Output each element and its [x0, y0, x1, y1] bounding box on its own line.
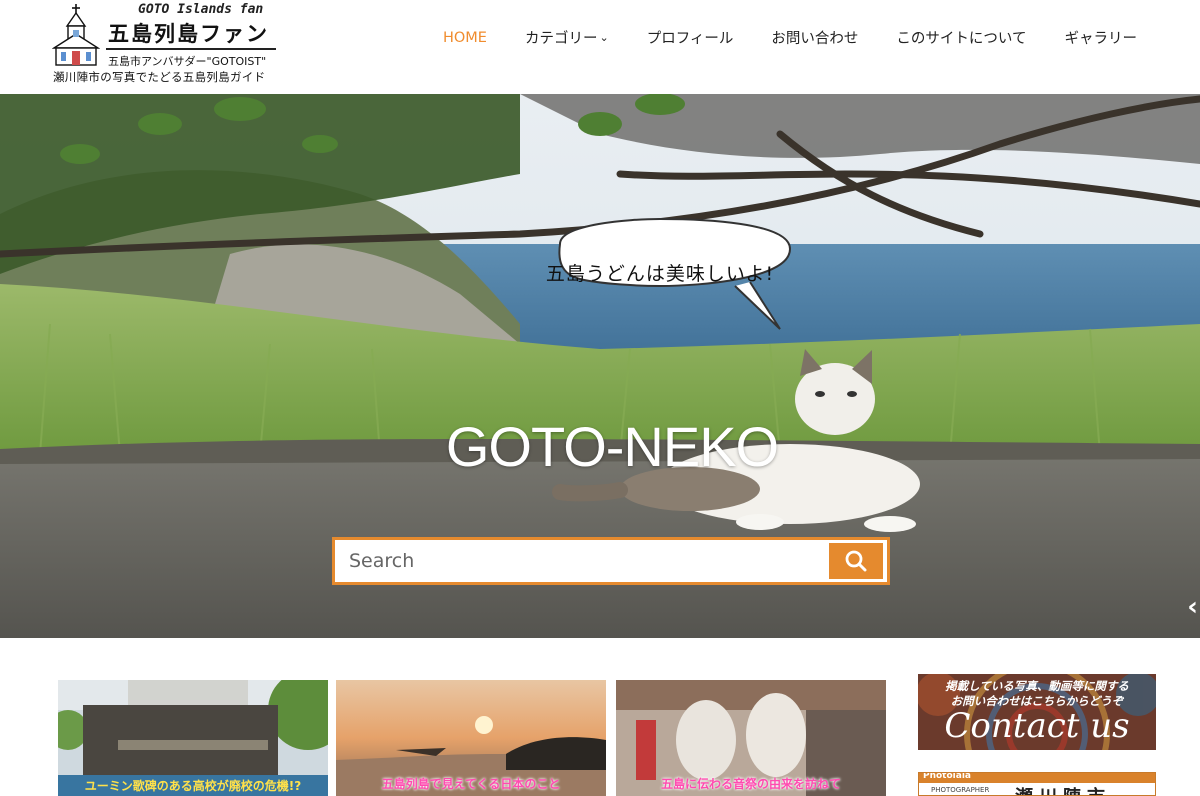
site-logo[interactable]: GOTO Islands fan 五島列島ファン 五島市アンバサダー"GOTOI…: [50, 2, 290, 88]
search-form: [332, 537, 890, 585]
logo-subtitle: 五島市アンバサダー"GOTOIST": [108, 55, 267, 68]
search-input[interactable]: [335, 540, 825, 582]
hero-slider: 五島うどんは美味しいよ! GOTO-NEKO ‹: [0, 94, 1200, 638]
contact-banner-line1: 掲載している写真、動画等に関する: [945, 679, 1129, 693]
speech-bubble: 五島うどんは美味しいよ!: [545, 263, 775, 285]
nav-about-label: このサイトについて: [896, 31, 1027, 47]
chevron-down-icon: ⌄: [599, 31, 609, 44]
nav-about[interactable]: このサイトについて: [877, 22, 1045, 53]
nav-home-label: HOME: [442, 29, 487, 46]
article-card[interactable]: 五島列島で見えてくる日本のこと: [336, 680, 606, 796]
logo-divider: [106, 48, 276, 50]
article-card[interactable]: 五島に伝わる音祭の由来を訪ねて: [616, 680, 886, 796]
photographer-name: 瀬川陣市: [1015, 783, 1111, 795]
search-box: [335, 540, 887, 582]
article-cards: ユーミン歌碑のある高校が廃校の危機!? 五島列島で見えてくる日本のこと 五島に伝…: [58, 680, 886, 796]
nav-home[interactable]: HOME: [424, 22, 506, 53]
card-caption: 五島に伝わる音祭の由来を訪ねて: [660, 777, 841, 791]
contact-banner-title: Contact us: [944, 706, 1130, 746]
nav-contact-label: お問い合わせ: [771, 31, 859, 47]
logo-tagline: 瀬川陣市の写真でたどる五島列島ガイド: [53, 70, 266, 84]
nav-gallery-label: ギャラリー: [1064, 31, 1138, 47]
photographer-banner[interactable]: Photolala PHOTOGRAPHER 瀬川陣市: [918, 772, 1156, 796]
nav-contact[interactable]: お問い合わせ: [752, 22, 877, 53]
nav-profile-label: プロフィール: [646, 31, 734, 47]
article-card[interactable]: ユーミン歌碑のある高校が廃校の危機!?: [58, 680, 328, 796]
logo-english-title: GOTO Islands fan: [138, 2, 264, 17]
nav-category-label: カテゴリー: [524, 31, 598, 47]
photographer-brand: Photolala: [923, 772, 971, 781]
contact-us-banner[interactable]: 掲載している写真、動画等に関する お問い合わせはこちらからどうぞ Contact…: [918, 674, 1156, 750]
search-icon: [845, 550, 867, 572]
nav-profile[interactable]: プロフィール: [628, 22, 753, 53]
nav-category[interactable]: カテゴリー ⌄: [506, 22, 628, 53]
site-header: GOTO Islands fan 五島列島ファン 五島市アンバサダー"GOTOI…: [0, 0, 1200, 94]
card-caption: 五島列島で見えてくる日本のこと: [381, 777, 561, 791]
nav-gallery[interactable]: ギャラリー: [1046, 22, 1157, 53]
search-button[interactable]: [829, 543, 883, 579]
photographer-role: PHOTOGRAPHER: [931, 786, 990, 794]
chevron-left-icon[interactable]: ‹: [1187, 592, 1198, 622]
church-logo-icon: [52, 4, 100, 66]
card-caption: ユーミン歌碑のある高校が廃校の危機!?: [58, 775, 328, 796]
logo-japanese-title: 五島列島ファン: [108, 22, 269, 46]
main-nav: HOME カテゴリー ⌄ プロフィール お問い合わせ このサイトについて ギャラリ…: [424, 22, 1156, 53]
hero-title: GOTO-NEKO: [445, 415, 779, 478]
